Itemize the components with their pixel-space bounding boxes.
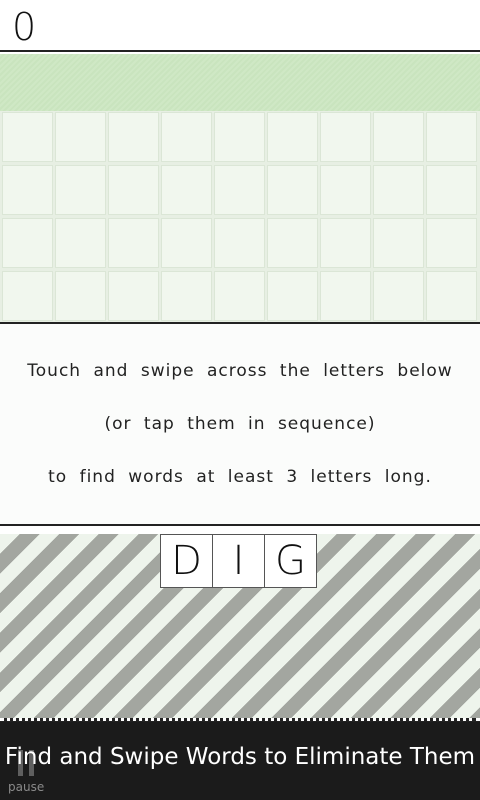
grid-cell: [55, 112, 106, 162]
grid-cell: [108, 218, 159, 268]
grid-cell: [55, 165, 106, 215]
grid-cell: [214, 112, 265, 162]
score-bar: 0: [0, 0, 480, 52]
grid-cell: [267, 271, 318, 321]
grid-cell: [373, 271, 424, 321]
grid-cell: [373, 218, 424, 268]
grid-cell: [426, 271, 477, 321]
score-value: 0: [12, 5, 37, 49]
grid-cell: [214, 165, 265, 215]
grid-cell: [320, 271, 371, 321]
grid-cell: [320, 218, 371, 268]
tutorial-banner: Find and Swipe Words to Eliminate Them: [4, 744, 476, 770]
letter-grid: [0, 111, 480, 323]
grid-cell: [373, 165, 424, 215]
grid-cell: [214, 271, 265, 321]
grid-cell: [55, 271, 106, 321]
grid-cell: [267, 165, 318, 215]
grid-cell: [214, 218, 265, 268]
letter-tile[interactable]: G: [264, 534, 317, 588]
instruction-panel: Touch and swipe across the letters below…: [0, 322, 480, 526]
grid-cell: [267, 218, 318, 268]
grid-cell: [161, 165, 212, 215]
instruction-line-2: (or tap them in sequence): [104, 414, 376, 434]
grid-cell: [320, 112, 371, 162]
grid-cell: [2, 271, 53, 321]
grid-cell: [108, 271, 159, 321]
grid-cell: [426, 218, 477, 268]
grid-cell: [320, 165, 371, 215]
word-tiles: D I G: [160, 534, 317, 588]
letter-tile[interactable]: D: [160, 534, 213, 588]
grid-cell: [426, 112, 477, 162]
grid-cell: [161, 112, 212, 162]
grid-cell: [2, 165, 53, 215]
grid-cell: [161, 271, 212, 321]
grid-cell: [161, 218, 212, 268]
letter-tile[interactable]: I: [212, 534, 265, 588]
instruction-line-3: to find words at least 3 letters long.: [48, 467, 432, 487]
grid-cell: [267, 112, 318, 162]
pause-label: pause: [8, 780, 45, 794]
grid-cell: [2, 112, 53, 162]
grid-cell: [373, 112, 424, 162]
grid-cell: [55, 218, 106, 268]
grid-cell: [2, 218, 53, 268]
grid-cell: [426, 165, 477, 215]
grid-cell: [108, 112, 159, 162]
grid-cell: [108, 165, 159, 215]
timer-band: [0, 54, 480, 111]
instruction-line-1: Touch and swipe across the letters below: [27, 361, 453, 381]
